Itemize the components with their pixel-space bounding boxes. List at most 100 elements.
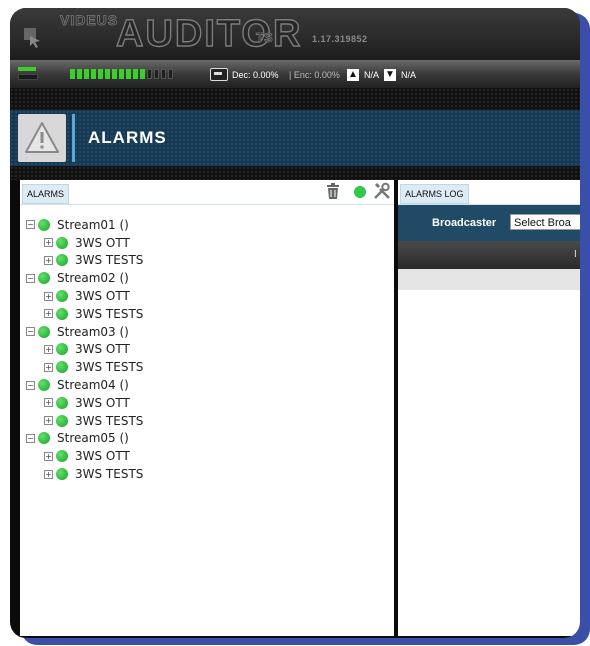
broadcaster-label: Broadcaster <box>432 217 497 229</box>
status-ok-icon <box>56 450 68 463</box>
tree-stream-row[interactable]: − Stream01 () <box>26 216 386 234</box>
tree-stream-row[interactable]: − Stream04 () <box>26 376 386 394</box>
page-header: ALARMS <box>10 110 580 166</box>
collapse-icon[interactable]: − <box>26 327 35 337</box>
title-bar: VIDEUS AUDITOR TS 1.17.319852 <box>10 8 580 60</box>
alarms-panel: ALARMS − Stream01 () +3WS OTT +3WS TESTS − St… <box>20 180 394 638</box>
separator-band <box>10 88 580 110</box>
tree-child-row[interactable]: +3WS TESTS <box>26 358 386 376</box>
version-label: 1.17.319852 <box>312 34 368 44</box>
tree-child-label: 3WS TESTS <box>75 306 144 321</box>
tree-stream-label: Stream03 () <box>57 324 129 339</box>
tree-child-label: 3WS OTT <box>75 342 130 357</box>
meter-segment <box>77 69 82 79</box>
expand-icon[interactable]: + <box>44 291 53 301</box>
tree-child-label: 3WS TESTS <box>75 253 144 268</box>
tree-child-row[interactable]: +3WS TESTS <box>26 305 386 323</box>
warning-triangle-icon <box>18 114 66 162</box>
status-ok-icon <box>56 361 68 374</box>
trash-icon[interactable] <box>326 183 340 199</box>
expand-icon[interactable]: + <box>44 469 53 479</box>
meter-segment <box>70 69 75 79</box>
column-header[interactable]: I <box>574 249 577 260</box>
collapse-icon[interactable]: − <box>26 433 35 443</box>
status-ok-icon <box>56 468 68 481</box>
tree-child-label: 3WS OTT <box>75 289 130 304</box>
meter-segment <box>126 69 131 79</box>
tree-stream-label: Stream02 () <box>57 271 129 286</box>
expand-icon[interactable]: + <box>44 451 53 461</box>
meter-segment <box>84 69 89 79</box>
status-ok-icon <box>38 379 50 392</box>
meter-segment <box>154 69 159 79</box>
tab-alarms[interactable]: ALARMS <box>22 184 70 204</box>
status-ok-icon <box>56 396 68 409</box>
alarms-tabbar: ALARMS <box>20 180 394 205</box>
expand-icon[interactable]: + <box>44 416 53 426</box>
app-window: VIDEUS AUDITOR TS 1.17.319852 Dec: 0.00%… <box>10 8 580 638</box>
alarms-log-tabbar: ALARMS LOG <box>398 180 580 205</box>
tree-stream-row[interactable]: − Stream02 () <box>26 269 386 287</box>
expand-icon[interactable]: + <box>44 344 53 354</box>
signal-indicator <box>18 67 36 71</box>
brand-small: VIDEUS <box>60 12 119 29</box>
tree-child-row[interactable]: +3WS TESTS <box>26 412 386 430</box>
page-title: ALARMS <box>88 128 167 147</box>
stream-tree: − Stream01 () +3WS OTT +3WS TESTS − Stream02 … <box>26 216 386 483</box>
meter-segment <box>168 69 173 79</box>
signal-indicator-secondary <box>18 74 38 80</box>
level-meter <box>70 69 173 79</box>
expand-icon[interactable]: + <box>44 309 53 319</box>
meter-segment <box>161 69 166 79</box>
decode-status: Dec: 0.00% <box>232 70 279 80</box>
status-bar: Dec: 0.00% | Enc: 0.00% ▲ N/A ▼ N/A <box>10 60 580 88</box>
status-ok-icon <box>38 325 50 338</box>
log-table-header: I <box>398 241 580 269</box>
expand-icon[interactable]: + <box>44 362 53 372</box>
status-dot-icon[interactable] <box>354 186 366 198</box>
brand-name: AUDITOR <box>115 13 303 55</box>
tree-child-row[interactable]: +3WS OTT <box>26 447 386 465</box>
tree-stream-row[interactable]: − Stream05 () <box>26 430 386 448</box>
tree-child-row[interactable]: +3WS TESTS <box>26 465 386 483</box>
tree-child-row[interactable]: +3WS OTT <box>26 394 386 412</box>
download-value: N/A <box>401 70 417 80</box>
tree-child-label: 3WS TESTS <box>75 467 144 482</box>
tree-stream-label: Stream04 () <box>57 378 129 393</box>
tree-child-row[interactable]: +3WS OTT <box>26 234 386 252</box>
collapse-icon[interactable]: − <box>26 220 35 230</box>
expand-icon[interactable]: + <box>44 398 53 408</box>
tree-child-row[interactable]: +3WS TESTS <box>26 252 386 270</box>
tree-stream-row[interactable]: − Stream03 () <box>26 323 386 341</box>
expand-icon[interactable]: + <box>44 238 53 248</box>
meter-segment <box>112 69 117 79</box>
tree-child-row[interactable]: +3WS OTT <box>26 287 386 305</box>
status-ok-icon <box>56 307 68 320</box>
meter-segment <box>133 69 138 79</box>
meter-segment <box>119 69 124 79</box>
collapse-icon[interactable]: − <box>26 273 35 283</box>
tree-stream-label: Stream01 () <box>57 217 129 232</box>
broadcaster-select[interactable]: Select Broa <box>510 214 580 230</box>
filter-row: Broadcaster Select Broa <box>398 205 580 241</box>
app-logo-icon <box>24 28 40 48</box>
collapse-icon[interactable]: − <box>26 380 35 390</box>
meter-segment <box>147 69 152 79</box>
tools-icon[interactable] <box>373 182 391 200</box>
expand-icon[interactable]: + <box>44 255 53 265</box>
tree-child-label: 3WS OTT <box>75 395 130 410</box>
status-ok-icon <box>56 254 68 267</box>
encode-status: | Enc: 0.00% <box>289 70 340 80</box>
log-table-row <box>398 269 580 290</box>
bottom-strip <box>10 636 580 638</box>
status-ok-icon <box>38 218 50 231</box>
header-divider <box>72 114 75 162</box>
tree-child-row[interactable]: +3WS OTT <box>26 341 386 359</box>
tree-stream-label: Stream05 () <box>57 431 129 446</box>
meter-segment <box>91 69 96 79</box>
status-ok-icon <box>38 432 50 445</box>
brand-suffix: TS <box>256 30 273 46</box>
status-ok-icon <box>56 236 68 249</box>
tab-alarms-log[interactable]: ALARMS LOG <box>400 184 469 204</box>
meter-segment <box>140 69 145 79</box>
